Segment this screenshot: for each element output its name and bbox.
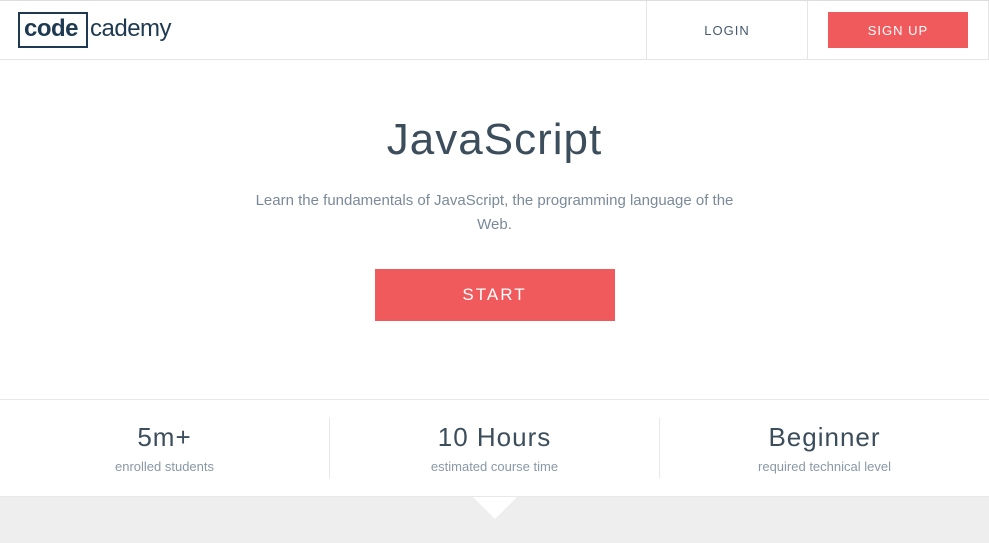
stat-value: 10 Hours bbox=[330, 422, 659, 453]
footer-section bbox=[0, 497, 989, 543]
hero-section: JavaScript Learn the fundamentals of Jav… bbox=[0, 60, 989, 321]
logo-bracket-icon bbox=[80, 12, 88, 48]
stats-bar: 5m+ enrolled students 10 Hours estimated… bbox=[0, 399, 989, 497]
notch-icon bbox=[473, 497, 517, 519]
page-title: JavaScript bbox=[0, 115, 989, 165]
signup-button[interactable]: SIGN UP bbox=[828, 12, 968, 48]
logo-code-text: code bbox=[18, 12, 80, 48]
logo[interactable]: code cademy bbox=[18, 12, 171, 48]
stat-time: 10 Hours estimated course time bbox=[330, 422, 659, 474]
stat-value: 5m+ bbox=[0, 422, 329, 453]
header-bar: code cademy LOGIN SIGN UP bbox=[0, 0, 989, 60]
stat-level: Beginner required technical level bbox=[660, 422, 989, 474]
page-description: Learn the fundamentals of JavaScript, th… bbox=[245, 189, 745, 237]
login-button[interactable]: LOGIN bbox=[647, 1, 807, 59]
stat-label: estimated course time bbox=[330, 459, 659, 474]
logo-area: code cademy bbox=[0, 12, 646, 48]
nav-buttons: LOGIN SIGN UP bbox=[646, 1, 989, 59]
start-button[interactable]: START bbox=[375, 269, 615, 321]
logo-cademy-text: cademy bbox=[90, 15, 171, 43]
stat-label: enrolled students bbox=[0, 459, 329, 474]
stat-value: Beginner bbox=[660, 422, 989, 453]
stat-label: required technical level bbox=[660, 459, 989, 474]
stat-enrolled: 5m+ enrolled students bbox=[0, 422, 329, 474]
signup-container: SIGN UP bbox=[808, 1, 988, 59]
